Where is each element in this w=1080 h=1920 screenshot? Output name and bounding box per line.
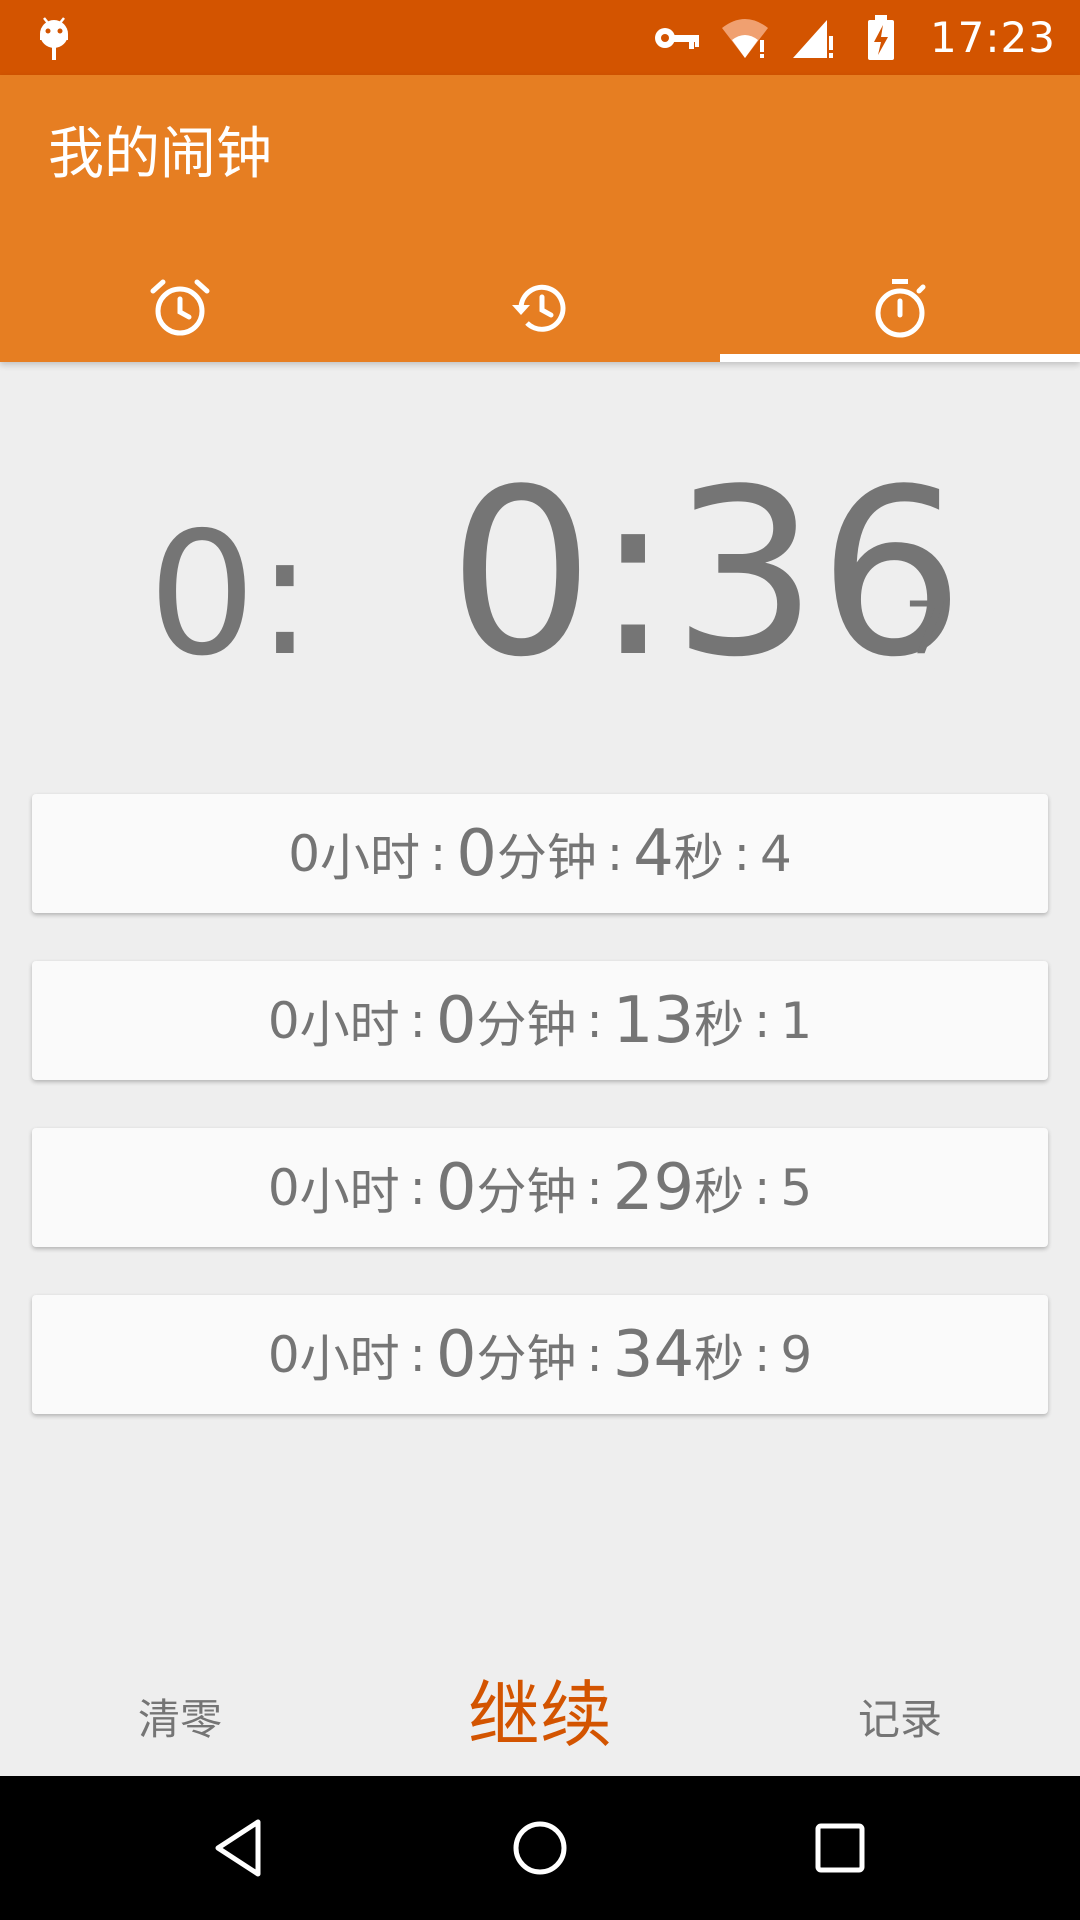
lap-hours: 0 — [267, 991, 300, 1050]
lap-hours: 0 — [267, 1158, 300, 1217]
lap-separator: : — [754, 1326, 771, 1383]
lap-separator: : — [606, 825, 624, 882]
lap-separator: : — [409, 1326, 426, 1383]
lap-minutes: 0 — [435, 1150, 477, 1225]
lap-fraction: 1 — [780, 991, 813, 1050]
navigation-bar — [0, 1776, 1080, 1920]
lap-hours-unit: 小时 — [299, 995, 400, 1054]
android-debug-icon — [40, 17, 68, 60]
lap-separator: : — [733, 825, 750, 882]
lap-separator: : — [409, 1159, 426, 1216]
signal-icon — [788, 13, 838, 63]
lap-minutes-unit: 分钟 — [476, 1329, 577, 1388]
lap-seconds: 34 — [612, 1317, 695, 1392]
alarm-clock-icon — [150, 279, 210, 335]
lap-minutes-unit: 分钟 — [496, 828, 597, 887]
lap-separator: : — [754, 1159, 771, 1216]
lap-separator: : — [409, 992, 426, 1049]
tab-bar — [0, 253, 1080, 362]
app-bar: 我的闹钟 — [0, 75, 1080, 362]
lap-minutes: 0 — [435, 983, 477, 1058]
lap-hours: 0 — [267, 1325, 300, 1384]
lap-minutes-unit: 分钟 — [476, 1162, 577, 1221]
lap-fraction: 9 — [780, 1325, 813, 1384]
lap-seconds: 4 — [633, 816, 674, 891]
lap-item: 0 小时:0 分钟:13 秒:1 — [32, 961, 1048, 1080]
record-lap-button[interactable]: 记录 — [840, 1686, 960, 1747]
lap-separator: : — [586, 1326, 603, 1383]
lap-separator: : — [586, 992, 603, 1049]
lap-seconds-unit: 秒 — [694, 1329, 745, 1388]
lap-item: 0 小时:0 分钟:29 秒:5 — [32, 1128, 1048, 1247]
lap-seconds-unit: 秒 — [694, 1162, 745, 1221]
lap-separator: : — [430, 825, 447, 882]
tab-history[interactable] — [360, 253, 720, 362]
lap-separator: : — [754, 992, 771, 1049]
lap-item: 0 小时:0 分钟:4 秒:4 — [32, 794, 1048, 913]
wifi-icon — [720, 13, 770, 63]
timer-minutes-seconds: 0:36 — [448, 441, 965, 708]
recents-icon[interactable] — [808, 1816, 872, 1880]
lap-seconds: 13 — [612, 983, 695, 1058]
tab-stopwatch[interactable] — [720, 253, 1080, 362]
lap-hours-unit: 小时 — [320, 828, 421, 887]
lap-hours-unit: 小时 — [299, 1162, 400, 1221]
stopwatch-icon — [875, 278, 926, 337]
continue-button[interactable]: 继续 — [460, 1656, 620, 1761]
tab-alarm[interactable] — [0, 253, 360, 362]
lap-fraction: 4 — [759, 824, 792, 883]
lap-seconds: 29 — [612, 1150, 695, 1225]
lap-list: 0 小时:0 分钟:4 秒:4 0 小时:0 分钟:13 秒:1 0 小时:0 分钟:29 秒:5… — [32, 794, 1048, 1462]
key-icon — [652, 13, 702, 63]
lap-hours: 0 — [288, 824, 321, 883]
status-time: 17:23 — [929, 13, 1056, 62]
timer-fraction: 7 — [904, 586, 950, 670]
app-title: 我的闹钟 — [48, 122, 272, 187]
lap-minutes: 0 — [456, 816, 497, 891]
lap-item: 0 小时:0 分钟:34 秒:9 — [32, 1295, 1048, 1414]
lap-hours-unit: 小时 — [299, 1329, 400, 1388]
history-clock-icon — [512, 284, 566, 332]
lap-seconds-unit: 秒 — [673, 828, 724, 887]
timer-hours: 0: — [148, 496, 314, 694]
clear-button[interactable]: 清零 — [120, 1686, 240, 1747]
action-bar: 清零 继续 记录 — [0, 1640, 1080, 1776]
status-bar: 17:23 — [0, 0, 1080, 75]
lap-minutes: 0 — [435, 1317, 477, 1392]
lap-seconds-unit: 秒 — [694, 995, 745, 1054]
home-icon[interactable] — [508, 1816, 572, 1880]
lap-fraction: 5 — [780, 1158, 813, 1217]
lap-minutes-unit: 分钟 — [476, 995, 577, 1054]
stopwatch-display: 0: 0:36 7 — [0, 440, 1080, 690]
battery-charging-icon — [856, 13, 906, 63]
lap-separator: : — [586, 1159, 603, 1216]
back-icon[interactable] — [208, 1816, 272, 1880]
